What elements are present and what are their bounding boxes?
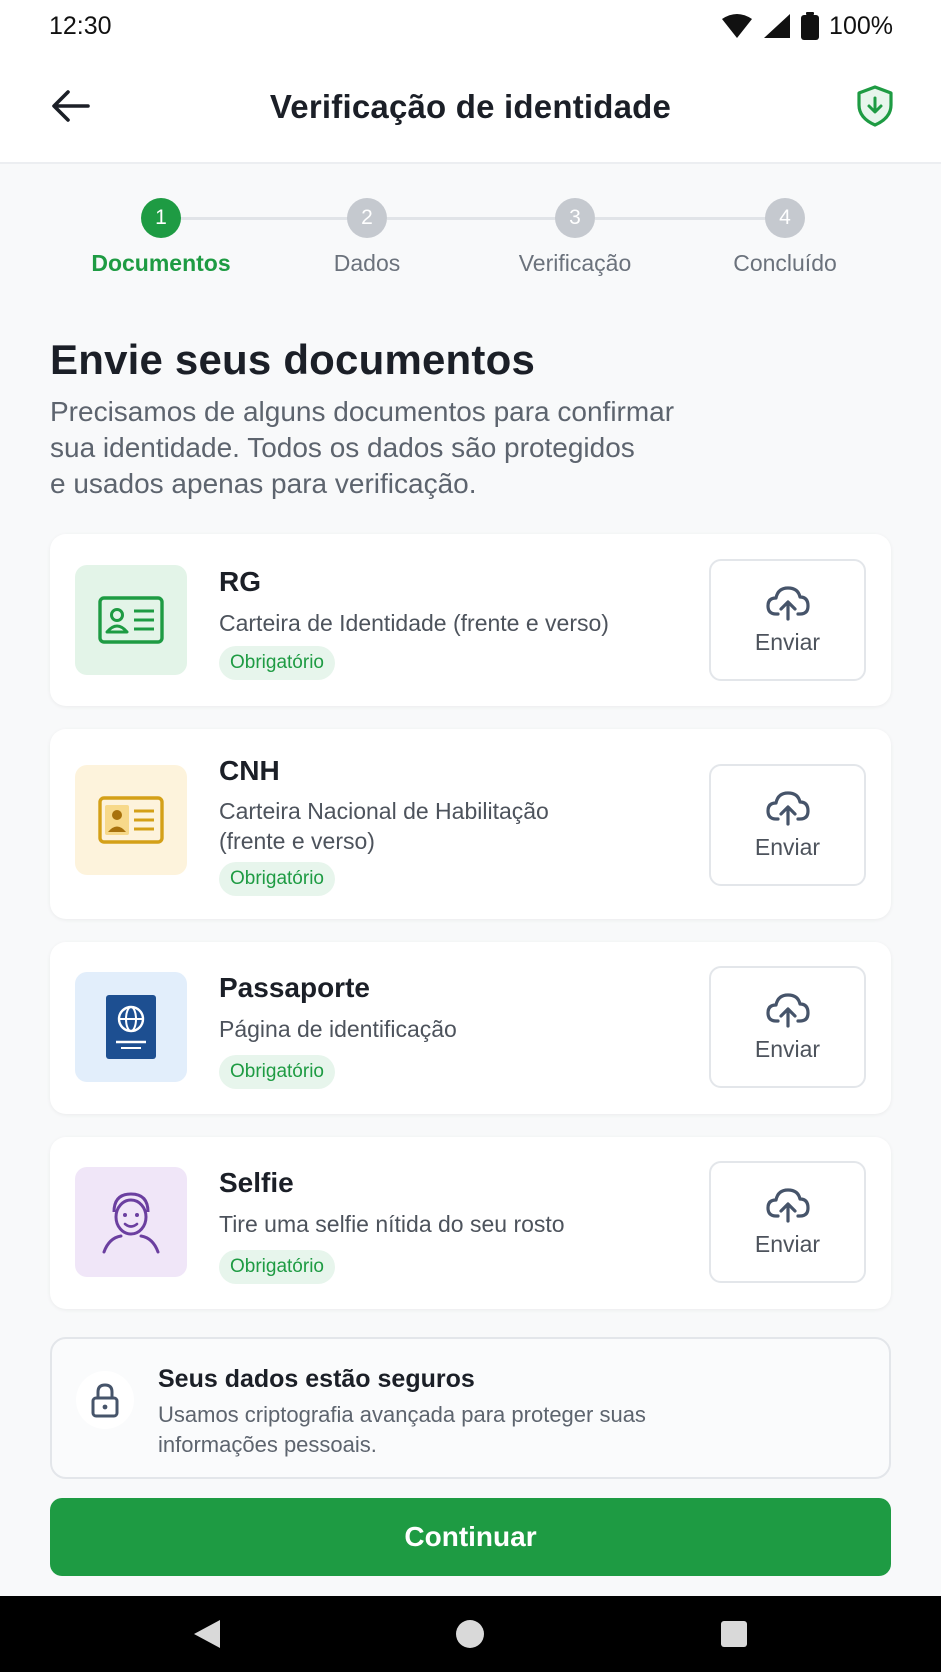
cloud-upload-icon [765,992,810,1028]
status-time: 12:30 [49,11,112,40]
driver-license-icon [75,765,187,875]
step-dados: 2 Dados [267,198,467,277]
battery-percent: 100% [829,11,893,40]
nav-back-icon[interactable] [192,1618,222,1650]
section-heading: Envie seus documentos [50,336,536,383]
required-badge: Obrigatório [219,646,335,680]
document-card-rg: RG Carteira de Identidade (frente e vers… [50,534,891,706]
description-line: Tire uma selfie nítida do seu rosto [219,1211,565,1237]
document-title: Selfie [219,1167,294,1198]
step-label: Documentos [91,250,231,276]
step-documentos: 1 Documentos [61,198,261,277]
upload-passaporte-button[interactable]: Enviar [709,966,866,1088]
document-title: CNH [219,755,280,786]
step-label: Verificação [518,250,632,276]
document-description: Página de identificação [219,1014,457,1044]
document-card-passaporte: Passaporte Página de identificação Obrig… [50,942,891,1114]
shield-check-icon[interactable] [855,84,895,128]
nav-recents-icon[interactable] [719,1618,749,1650]
description-line: Página de identificação [219,1016,457,1042]
upload-label: Enviar [754,1035,821,1062]
intro-line: Precisamos de alguns documentos para con… [50,396,675,427]
intro-line: sua identidade. Todos os dados são prote… [50,432,635,463]
upload-rg-button[interactable]: Enviar [709,559,866,681]
document-description: Carteira Nacional de Habilitação (frente… [219,796,549,856]
upload-selfie-button[interactable]: Enviar [709,1161,866,1283]
required-badge: Obrigatório [219,862,335,896]
intro-line: e usados apenas para verificação. [50,468,477,499]
step-verificacao: 3 Verificação [475,198,675,277]
wifi-icon [722,14,753,38]
description-line: informações pessoais. [158,1432,377,1457]
upload-label: Enviar [754,833,821,860]
security-title: Seus dados estão seguros [158,1365,475,1393]
document-card-selfie: Selfie Tire uma selfie nítida do seu ros… [50,1137,891,1309]
nav-home-icon[interactable] [455,1618,485,1650]
intro-text: Precisamos de alguns documentos para con… [50,394,750,502]
required-badge: Obrigatório [219,1055,335,1089]
id-card-icon [75,565,187,675]
security-description: Usamos criptografia avançada para proteg… [158,1400,646,1460]
upload-cnh-button[interactable]: Enviar [709,764,866,886]
description-line: Usamos criptografia avançada para proteg… [158,1402,646,1427]
signal-icon [764,14,791,38]
step-number: 2 [347,198,387,238]
upload-label: Enviar [754,1230,821,1257]
document-title: Passaporte [219,972,370,1003]
page-title: Verificação de identidade [269,88,672,125]
document-description: Tire uma selfie nítida do seu rosto [219,1209,565,1239]
cloud-upload-icon [765,1187,810,1223]
status-icons: 100% [721,12,893,41]
document-title: RG [219,566,261,597]
step-label: Dados [333,250,401,276]
status-bar: 12:30 100% [0,0,941,52]
description-line: Carteira de Identidade (frente e verso) [219,610,609,636]
description-line: Carteira Nacional de Habilitação [219,798,549,824]
passport-icon [75,972,187,1082]
step-number: 4 [765,198,805,238]
step-concluido: 4 Concluído [685,198,885,277]
step-number: 1 [141,198,181,238]
document-description: Carteira de Identidade (frente e verso) [219,608,609,638]
description-line: (frente e verso) [219,828,375,854]
system-nav-bar [0,1596,941,1672]
continue-button[interactable]: Continuar [50,1498,891,1576]
required-badge: Obrigatório [219,1250,335,1284]
step-number: 3 [555,198,595,238]
security-notice: Seus dados estão seguros Usamos criptogr… [50,1337,891,1479]
battery-icon [801,12,820,40]
lock-icon [76,1371,134,1429]
document-card-cnh: CNH Carteira Nacional de Habilitação (fr… [50,729,891,919]
cloud-upload-icon [765,585,810,621]
cloud-upload-icon [765,790,810,826]
progress-stepper: 1 Documentos 2 Dados 3 Verificação 4 Con… [0,198,941,288]
app-bar: Verificação de identidade [0,52,941,164]
arrow-left-icon[interactable] [50,88,92,124]
step-label: Concluído [733,250,837,276]
upload-label: Enviar [754,628,821,655]
selfie-face-icon [75,1167,187,1277]
